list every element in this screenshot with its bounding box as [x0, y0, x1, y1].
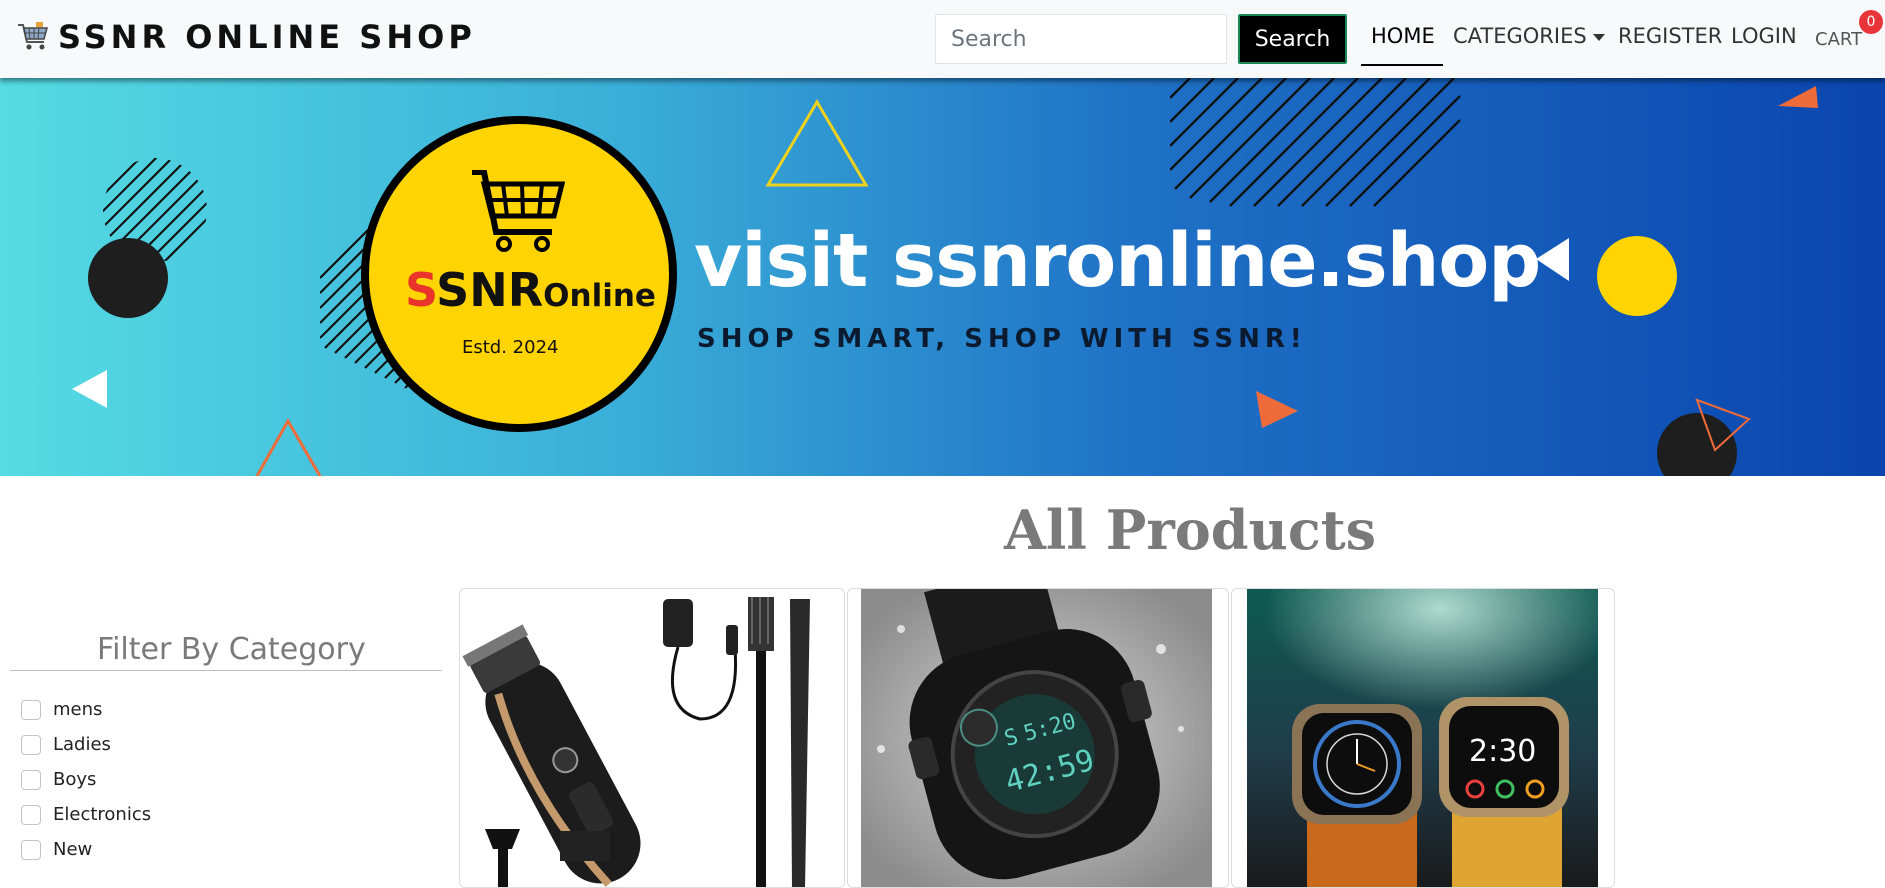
logo-wordmark: SSNROnline [405, 263, 656, 317]
nav-login-link[interactable]: LOGIN [1731, 22, 1797, 50]
logo-established-text: Estd. 2024 [462, 337, 559, 358]
category-label: Electronics [53, 804, 152, 825]
nav-categories-label: CATEGORIES [1453, 24, 1587, 48]
decor-dark-circle-right [1657, 413, 1737, 476]
smartwatches-image[interactable]: 2:30 [1247, 589, 1598, 888]
shopping-cart-icon [18, 22, 48, 50]
product-card[interactable]: S 5:20 42:59 [847, 588, 1229, 888]
cart-count-badge: 0 [1859, 10, 1883, 34]
filter-item-mens[interactable]: mens [21, 692, 151, 727]
banner-title: visit ssnronline.shop [694, 218, 1541, 304]
category-checkbox[interactable] [21, 804, 41, 825]
filter-item-new[interactable]: New [21, 832, 151, 867]
filter-divider [10, 670, 442, 671]
hero-banner[interactable]: SSNROnline Estd. 2024 visit ssnronline.s… [0, 78, 1885, 476]
logo-s-letter: S [405, 263, 437, 317]
product-card[interactable] [459, 588, 845, 888]
hair-clipper-kit-image[interactable] [460, 589, 845, 888]
svg-text:2:30: 2:30 [1469, 734, 1536, 769]
active-nav-indicator [1361, 64, 1443, 66]
brand[interactable]: SSNR ONLINE SHOP [16, 18, 476, 56]
caret-down-icon [1592, 33, 1605, 41]
decor-dark-circle-left [88, 238, 168, 318]
category-checkbox[interactable] [21, 734, 41, 755]
nav-home-link[interactable]: HOME [1371, 22, 1435, 50]
category-label: Ladies [53, 734, 111, 755]
filter-title: Filter By Category [97, 632, 366, 667]
search-input[interactable] [935, 14, 1227, 64]
filter-item-electronics[interactable]: Electronics [21, 797, 151, 832]
category-checkbox[interactable] [21, 839, 41, 860]
logo-snr-letters: SNR [436, 263, 544, 317]
search-button[interactable]: Search [1238, 14, 1347, 64]
filter-item-boys[interactable]: Boys [21, 762, 151, 797]
logo-online-text: Online [543, 278, 656, 314]
nav-categories-dropdown[interactable]: CATEGORIES [1453, 22, 1605, 50]
category-checkbox[interactable] [21, 699, 41, 720]
category-label: New [53, 839, 93, 860]
cart-icon [472, 170, 566, 252]
brand-name: SSNR ONLINE SHOP [58, 18, 476, 56]
category-filter-list: mens Ladies Boys Electronics New [21, 692, 151, 867]
category-label: mens [53, 699, 103, 720]
category-label: Boys [53, 769, 97, 790]
decor-yellow-circle [1597, 236, 1677, 316]
banner-subtitle: SHOP SMART, SHOP WITH SSNR! [697, 324, 1307, 354]
nav-register-link[interactable]: REGISTER [1618, 22, 1722, 50]
nav-cart-link[interactable]: CART [1815, 26, 1862, 54]
navbar: SSNR ONLINE SHOP Search HOME CATEGORIES … [0, 0, 1885, 78]
filter-item-ladies[interactable]: Ladies [21, 727, 151, 762]
page-heading: All Products [1004, 498, 1377, 562]
product-card[interactable]: 2:30 [1231, 588, 1615, 888]
category-checkbox[interactable] [21, 769, 41, 790]
sport-watch-image[interactable]: S 5:20 42:59 [861, 589, 1212, 888]
